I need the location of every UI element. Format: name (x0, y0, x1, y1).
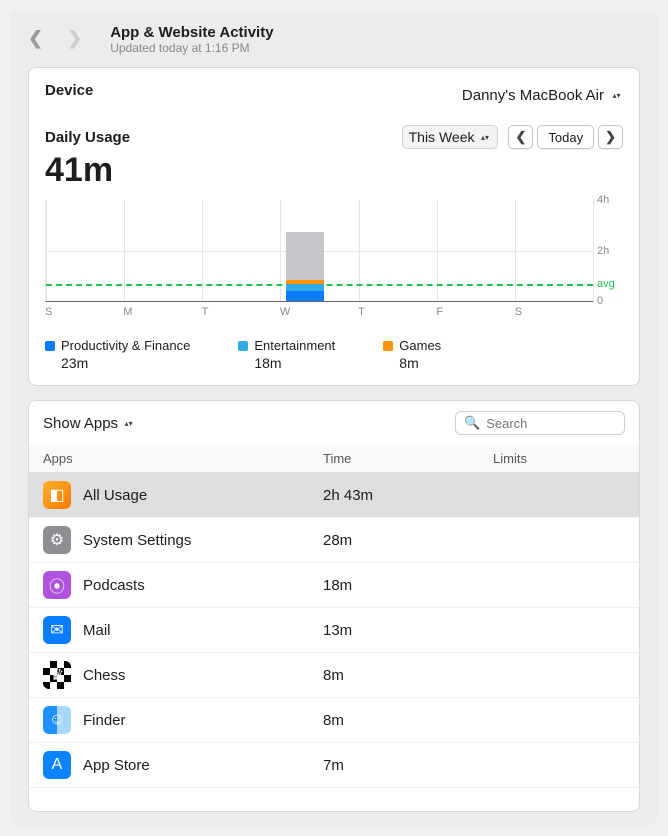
app-name: All Usage (83, 487, 147, 504)
app-icon: ◧ (43, 481, 71, 509)
table-row[interactable]: ⦿ Podcasts 18m (29, 563, 639, 608)
chart-bar[interactable] (286, 232, 324, 301)
app-time: 28m (323, 532, 493, 549)
col-header-apps[interactable]: Apps (43, 451, 323, 466)
apps-card: Show Apps ▴▾ 🔍 Apps Time Limits ◧ All Usa… (28, 400, 640, 812)
today-button[interactable]: Today (537, 125, 594, 149)
app-icon: ☺ (43, 706, 71, 734)
period-controls: This Week ▴▾ ❮ Today ❯ (402, 125, 623, 149)
period-nav-group: ❮ Today ❯ (508, 125, 623, 149)
app-icon: ⦿ (43, 571, 71, 599)
app-icon: ✉ (43, 616, 71, 644)
table-row[interactable]: ♛ Chess 8m (29, 653, 639, 698)
x-tick-label: T (358, 306, 436, 320)
updown-icon: ▴▾ (610, 87, 623, 105)
forward-button[interactable]: ❯ (67, 28, 82, 49)
x-tick-label: T (202, 306, 280, 320)
legend-item: Entertainment 18m (238, 338, 335, 371)
daily-usage-label: Daily Usage (45, 129, 130, 146)
table-row[interactable]: ☺ Finder 8m (29, 698, 639, 743)
legend-name: Games (399, 338, 441, 353)
period-prev-button[interactable]: ❮ (508, 125, 533, 149)
updown-icon: ▴▾ (478, 128, 491, 146)
col-header-limits[interactable]: Limits (493, 451, 625, 466)
device-value: Danny's MacBook Air (462, 87, 604, 104)
legend-item: Games 8m (383, 338, 441, 371)
legend-value: 18m (254, 355, 335, 371)
legend-swatch (383, 341, 393, 351)
x-tick-label: S (515, 306, 593, 320)
legend-swatch (45, 341, 55, 351)
header-title-block: App & Website Activity Updated today at … (110, 24, 273, 55)
x-tick-label: M (123, 306, 201, 320)
table-row[interactable]: ◧ All Usage 2h 43m (29, 473, 639, 518)
app-time: 7m (323, 757, 493, 774)
app-time: 18m (323, 577, 493, 594)
updated-subtitle: Updated today at 1:16 PM (110, 41, 273, 55)
apps-table-header: Apps Time Limits (29, 445, 639, 473)
device-label: Device (45, 82, 93, 99)
app-name: Chess (83, 667, 126, 684)
legend: Productivity & Finance 23m Entertainment 18… (45, 338, 623, 371)
avg-label: avg (597, 278, 623, 290)
table-row[interactable]: ⚙ System Settings 28m (29, 518, 639, 563)
period-value: This Week (409, 129, 475, 145)
page-title: App & Website Activity (110, 24, 273, 41)
apps-header-row: Show Apps ▴▾ 🔍 (29, 411, 639, 445)
apps-table-body: ◧ All Usage 2h 43m ⚙ System Settings 28m ⦿ Podc… (29, 473, 639, 788)
y-tick-label: 4h (597, 194, 623, 206)
usage-total: 41m (45, 151, 623, 190)
legend-swatch (238, 341, 248, 351)
app-time: 8m (323, 667, 493, 684)
y-tick-label: 2h (597, 245, 623, 257)
app-name: System Settings (83, 532, 191, 549)
usage-card: Device Danny's MacBook Air ▴▾ Daily Usag… (28, 67, 640, 386)
period-next-button[interactable]: ❯ (598, 125, 623, 149)
app-name: Finder (83, 712, 126, 729)
app-name: Podcasts (83, 577, 145, 594)
daily-usage-row: Daily Usage This Week ▴▾ ❮ Today ❯ (45, 125, 623, 149)
legend-item: Productivity & Finance 23m (45, 338, 190, 371)
nav-arrows: ❮ ❯ (28, 28, 82, 49)
x-tick-label: W (280, 306, 358, 320)
usage-chart: 4h2h0avg SMTWTFS (45, 200, 623, 320)
app-icon: ♛ (43, 661, 71, 689)
app-time: 8m (323, 712, 493, 729)
legend-value: 8m (399, 355, 441, 371)
app-name: Mail (83, 622, 111, 639)
show-apps-select[interactable]: Show Apps ▴▾ (43, 414, 135, 432)
y-tick-label: 0 (597, 295, 623, 307)
x-tick-label: S (45, 306, 123, 320)
search-icon: 🔍 (464, 415, 480, 431)
table-row[interactable]: A App Store 7m (29, 743, 639, 788)
app-time: 2h 43m (323, 487, 493, 504)
table-row[interactable]: ✉ Mail 13m (29, 608, 639, 653)
legend-value: 23m (61, 355, 190, 371)
device-select[interactable]: Danny's MacBook Air ▴▾ (462, 87, 623, 105)
app-time: 13m (323, 622, 493, 639)
search-input[interactable] (486, 416, 616, 431)
updown-icon: ▴▾ (122, 414, 135, 432)
back-button[interactable]: ❮ (28, 28, 43, 49)
legend-name: Entertainment (254, 338, 335, 353)
app-icon: A (43, 751, 71, 779)
app-name: App Store (83, 757, 150, 774)
app-icon: ⚙ (43, 526, 71, 554)
device-row: Device Danny's MacBook Air ▴▾ (45, 82, 623, 109)
show-apps-label: Show Apps (43, 415, 118, 432)
header: ❮ ❯ App & Website Activity Updated today… (10, 10, 658, 67)
legend-name: Productivity & Finance (61, 338, 190, 353)
period-select[interactable]: This Week ▴▾ (402, 125, 499, 149)
col-header-time[interactable]: Time (323, 451, 493, 466)
search-box[interactable]: 🔍 (455, 411, 625, 435)
x-tick-label: F (436, 306, 514, 320)
